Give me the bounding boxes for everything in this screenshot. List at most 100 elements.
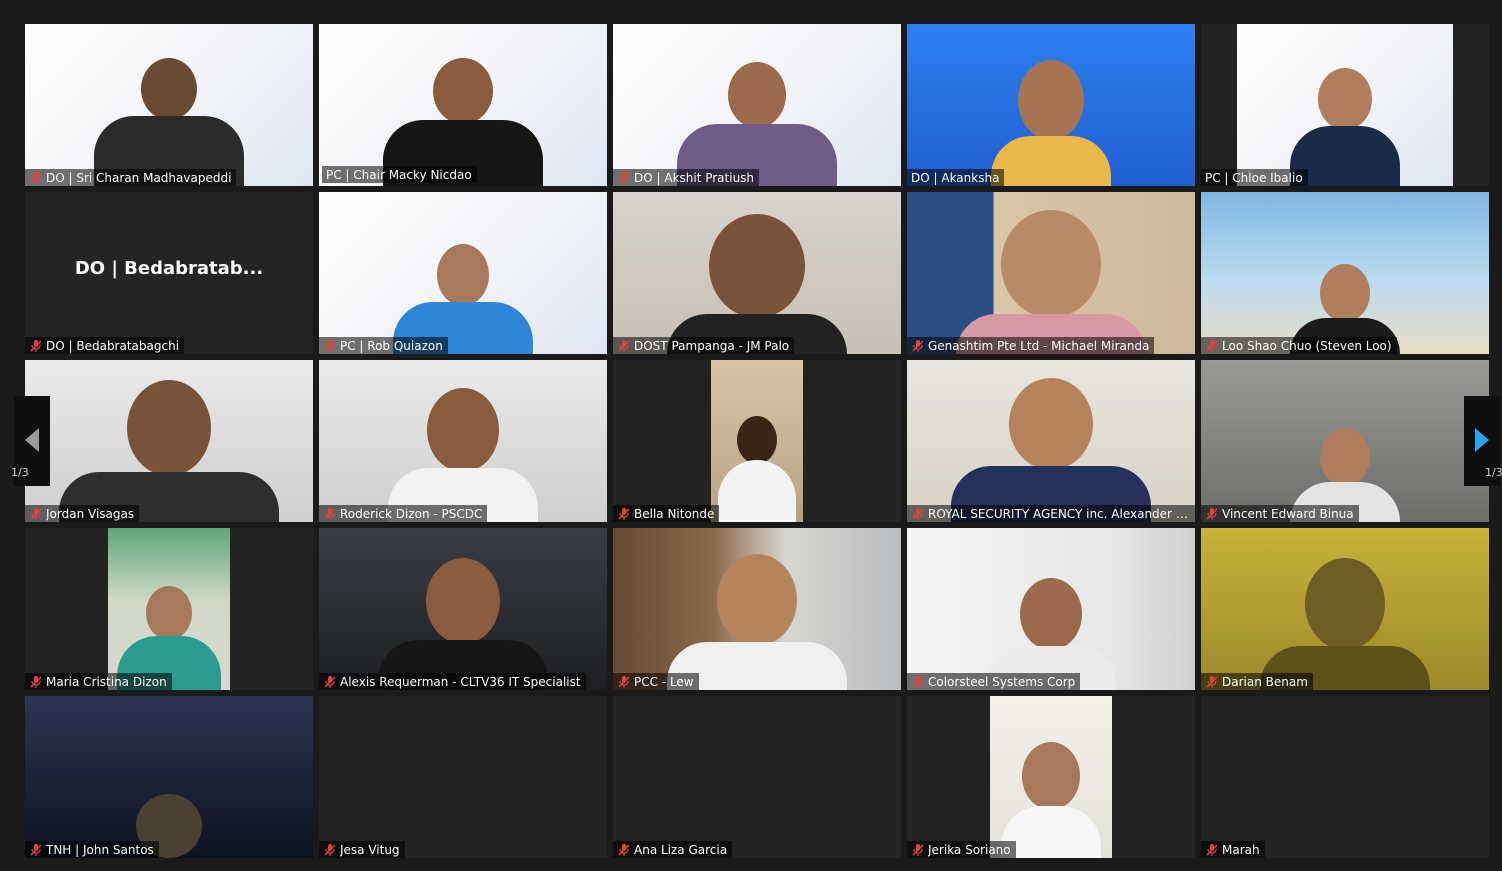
participant-video bbox=[613, 24, 901, 186]
participant-name: Jesa Vitug bbox=[340, 842, 400, 857]
participant-name: Ana Liza Garcia bbox=[634, 842, 728, 857]
name-bar: Bella Nitonde bbox=[613, 505, 720, 522]
participant-video bbox=[613, 192, 901, 354]
participant-tile[interactable]: Genashtim Pte Ltd - Michael Miranda bbox=[907, 192, 1195, 354]
participant-name: PC | Chloe Ibalio bbox=[1205, 170, 1303, 185]
participant-name: DO | Bedabratabagchi bbox=[46, 338, 180, 353]
participant-name: PC | Chair Macky Nicdao bbox=[326, 167, 472, 182]
muted-mic-icon bbox=[324, 843, 336, 856]
name-bar: Genashtim Pte Ltd - Michael Miranda bbox=[907, 337, 1155, 354]
participant-video bbox=[319, 24, 607, 186]
muted-mic-icon bbox=[324, 339, 336, 352]
name-bar: TNH | John Santos bbox=[25, 841, 159, 858]
participant-name: Loo Shao Chuo (Steven Loo) bbox=[1222, 338, 1392, 353]
participant-silhouette bbox=[667, 554, 847, 690]
name-bar: DO | Akshit Pratiush bbox=[613, 169, 760, 186]
participant-tile[interactable]: Loo Shao Chuo (Steven Loo) bbox=[1201, 192, 1489, 354]
participant-tile[interactable]: Maria Cristina Dizon bbox=[25, 528, 313, 690]
page-indicator: 1/3 bbox=[11, 466, 29, 479]
name-bar: Marah bbox=[1201, 841, 1265, 858]
gallery-grid: DO | Sri Charan Madhavapeddi PC | Chair … bbox=[0, 0, 1502, 871]
name-bar: Jerika Soriano bbox=[907, 841, 1016, 858]
participant-silhouette bbox=[991, 60, 1111, 186]
participant-silhouette bbox=[718, 416, 796, 522]
page-indicator: 1/3 bbox=[1485, 466, 1502, 479]
participant-tile[interactable]: Marah bbox=[1201, 696, 1489, 858]
triangle-left-icon bbox=[25, 428, 39, 452]
name-bar: DOST Pampanga - JM Palo bbox=[613, 337, 795, 354]
name-bar: Roderick Dizon - PSCDC bbox=[319, 505, 488, 522]
participant-tile[interactable]: Jesa Vitug bbox=[319, 696, 607, 858]
participant-name: Vincent Edward Binua bbox=[1222, 506, 1354, 521]
participant-tile[interactable]: Alexis Requerman - CLTV36 IT Specialist bbox=[319, 528, 607, 690]
participant-tile[interactable]: DOST Pampanga - JM Palo bbox=[613, 192, 901, 354]
participant-tile[interactable]: DO | Akanksha bbox=[907, 24, 1195, 186]
participant-tile[interactable]: Ana Liza Garcia bbox=[613, 696, 901, 858]
participant-tile[interactable]: DO | Bedabratab... DO | Bedabratabagchi bbox=[25, 192, 313, 354]
muted-mic-icon bbox=[618, 171, 630, 184]
participant-video bbox=[319, 192, 607, 354]
muted-mic-icon bbox=[30, 843, 42, 856]
participant-tile[interactable]: PC | Chloe Ibalio bbox=[1201, 24, 1489, 186]
participant-tile[interactable]: Colorsteel Systems Corp bbox=[907, 528, 1195, 690]
participant-tile[interactable]: Jordan Visagas bbox=[25, 360, 313, 522]
name-bar: DO | Sri Charan Madhavapeddi bbox=[25, 169, 237, 186]
participant-silhouette bbox=[667, 214, 847, 354]
participant-tile[interactable]: DO | Sri Charan Madhavapeddi bbox=[25, 24, 313, 186]
participant-silhouette bbox=[378, 558, 548, 690]
participant-name: TNH | John Santos bbox=[46, 842, 154, 857]
muted-mic-icon bbox=[912, 843, 924, 856]
participant-name: Jerika Soriano bbox=[928, 842, 1011, 857]
participant-tile[interactable]: TNH | John Santos bbox=[25, 696, 313, 858]
participant-tile-active-speaker[interactable]: PC | Chair Macky Nicdao bbox=[319, 24, 607, 186]
participant-name: ROYAL SECURITY AGENCY inc. Alexander Yus… bbox=[928, 506, 1190, 521]
muted-mic-icon bbox=[30, 675, 42, 688]
name-bar: Maria Cristina Dizon bbox=[25, 673, 172, 690]
muted-mic-icon bbox=[30, 171, 42, 184]
participant-video bbox=[25, 696, 313, 858]
participant-video bbox=[613, 528, 901, 690]
muted-mic-icon bbox=[618, 507, 630, 520]
name-bar: PC | Rob Quiazon bbox=[319, 337, 448, 354]
participant-name: Jordan Visagas bbox=[46, 506, 135, 521]
name-bar: DO | Akanksha bbox=[907, 169, 1005, 186]
name-bar: PCC - Lew bbox=[613, 673, 699, 690]
participant-video bbox=[25, 528, 313, 690]
name-bar: PC | Chloe Ibalio bbox=[1201, 169, 1308, 186]
muted-mic-icon bbox=[618, 675, 630, 688]
muted-mic-icon bbox=[618, 339, 630, 352]
participant-tile[interactable]: Roderick Dizon - PSCDC bbox=[319, 360, 607, 522]
name-bar: Vincent Edward Binua bbox=[1201, 505, 1359, 522]
name-bar: Jordan Visagas bbox=[25, 505, 140, 522]
participant-display-name: DO | Bedabratab... bbox=[74, 258, 264, 279]
muted-mic-icon bbox=[324, 507, 336, 520]
participant-silhouette bbox=[59, 380, 279, 522]
participant-video bbox=[25, 24, 313, 186]
participant-tile[interactable]: Vincent Edward Binua bbox=[1201, 360, 1489, 522]
name-bar: Darian Benam bbox=[1201, 673, 1313, 690]
name-bar: Loo Shao Chuo (Steven Loo) bbox=[1201, 337, 1397, 354]
participant-name: Roderick Dizon - PSCDC bbox=[340, 506, 483, 521]
muted-mic-icon bbox=[1206, 675, 1218, 688]
participant-video-off bbox=[613, 696, 901, 858]
name-bar: DO | Bedabratabagchi bbox=[25, 337, 185, 354]
participant-silhouette bbox=[94, 58, 244, 186]
participant-tile[interactable]: Darian Benam bbox=[1201, 528, 1489, 690]
name-bar: PC | Chair Macky Nicdao bbox=[322, 166, 477, 183]
participant-tile[interactable]: DO | Akshit Pratiush bbox=[613, 24, 901, 186]
participant-tile[interactable]: Jerika Soriano bbox=[907, 696, 1195, 858]
triangle-right-icon bbox=[1475, 428, 1489, 452]
participant-video bbox=[907, 360, 1195, 522]
participant-tile[interactable]: Bella Nitonde bbox=[613, 360, 901, 522]
muted-mic-icon bbox=[324, 675, 336, 688]
participant-name: Maria Cristina Dizon bbox=[46, 674, 167, 689]
muted-mic-icon bbox=[30, 339, 42, 352]
participant-tile[interactable]: PCC - Lew bbox=[613, 528, 901, 690]
muted-mic-icon bbox=[912, 339, 924, 352]
participant-tile[interactable]: ROYAL SECURITY AGENCY inc. Alexander Yus… bbox=[907, 360, 1195, 522]
muted-mic-icon bbox=[1206, 339, 1218, 352]
participant-video bbox=[907, 696, 1195, 858]
participant-tile[interactable]: PC | Rob Quiazon bbox=[319, 192, 607, 354]
participant-silhouette bbox=[1260, 558, 1430, 690]
participant-name: PCC - Lew bbox=[634, 674, 694, 689]
